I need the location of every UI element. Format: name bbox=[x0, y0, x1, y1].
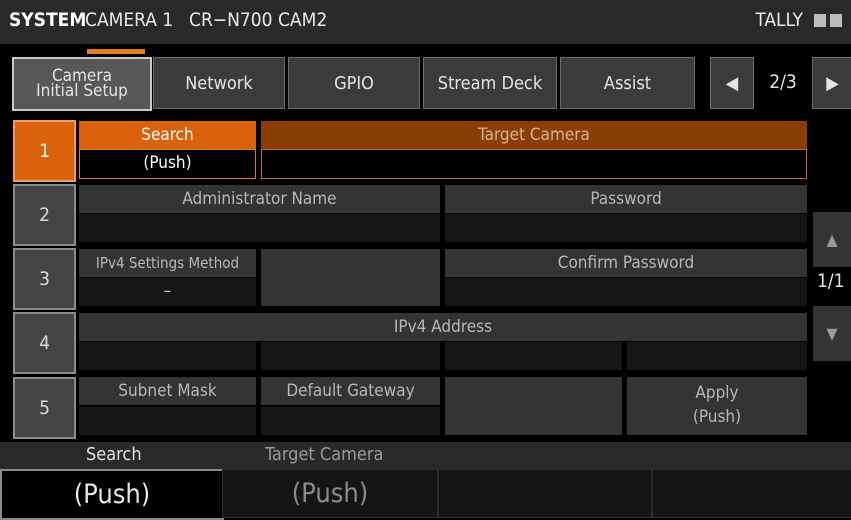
ipv4-settings-method-label: IPv4 Settings Method bbox=[79, 249, 256, 277]
function-label-target-camera: Target Camera bbox=[265, 444, 384, 465]
tab-page-indicator: 2/3 bbox=[769, 71, 797, 93]
confirm-password-value bbox=[445, 278, 807, 306]
apply-button[interactable]: Apply (Push) bbox=[627, 377, 807, 435]
row-number: 3 bbox=[39, 268, 50, 290]
row-5-button[interactable]: 5 bbox=[13, 377, 76, 439]
row-number: 5 bbox=[39, 397, 50, 419]
ipv4-address-octet-2[interactable] bbox=[261, 342, 440, 370]
confirm-password-label: Confirm Password bbox=[445, 249, 807, 277]
next-arrow-icon: ▶ bbox=[826, 72, 839, 94]
system-title: SYSTEM bbox=[9, 9, 87, 31]
scroll-up-button[interactable]: ▲ bbox=[813, 212, 851, 267]
empty-cell bbox=[445, 377, 622, 435]
function-label-search: Search bbox=[86, 444, 142, 465]
tab-camera-initial-setup[interactable]: Camera Initial Setup bbox=[12, 57, 152, 111]
function-key-search[interactable]: (Push) bbox=[0, 469, 224, 520]
default-gateway-value bbox=[261, 407, 440, 435]
next-page-button[interactable]: ▶ bbox=[812, 57, 851, 109]
function-key-3[interactable] bbox=[438, 469, 652, 518]
apply-label: Apply bbox=[695, 383, 739, 403]
target-camera-value bbox=[261, 149, 807, 179]
tab-assist[interactable]: Assist bbox=[560, 57, 695, 109]
row-4-button[interactable]: 4 bbox=[13, 312, 76, 374]
function-key-4[interactable] bbox=[652, 469, 851, 518]
empty-cell bbox=[261, 249, 440, 306]
prev-page-button[interactable]: ◀ bbox=[710, 57, 754, 109]
search-cell[interactable]: Search (Push) bbox=[79, 121, 256, 179]
search-label: Search bbox=[79, 121, 256, 149]
search-value: (Push) bbox=[79, 149, 256, 179]
administrator-name-cell[interactable]: Administrator Name bbox=[79, 185, 440, 242]
tab-label: GPIO bbox=[334, 72, 374, 94]
function-key-target-camera[interactable]: (Push) bbox=[222, 469, 438, 518]
camera-model: CR−N700 CAM2 bbox=[189, 9, 328, 31]
target-camera-cell[interactable]: Target Camera bbox=[261, 121, 807, 179]
ipv4-address-octet-1[interactable] bbox=[79, 342, 256, 370]
tab-label: Stream Deck bbox=[437, 72, 543, 94]
ipv4-address-octet-3[interactable] bbox=[445, 342, 622, 370]
scroll-down-button[interactable]: ▼ bbox=[813, 306, 851, 361]
password-cell[interactable]: Password bbox=[445, 185, 807, 242]
tab-stream-deck[interactable]: Stream Deck bbox=[423, 57, 557, 109]
subnet-mask-label: Subnet Mask bbox=[79, 377, 256, 405]
active-tab-indicator bbox=[87, 49, 145, 54]
row-3-button[interactable]: 3 bbox=[13, 248, 76, 310]
row-number: 4 bbox=[39, 332, 50, 354]
tab-label: Network bbox=[185, 72, 253, 94]
function-key-value: (Push) bbox=[73, 479, 151, 510]
down-arrow-icon: ▼ bbox=[826, 324, 838, 343]
confirm-password-cell[interactable]: Confirm Password bbox=[445, 249, 807, 306]
tally-label: TALLY bbox=[755, 9, 803, 31]
up-arrow-icon: ▲ bbox=[826, 230, 838, 249]
row-1-button[interactable]: 1 bbox=[13, 120, 76, 182]
administrator-name-value bbox=[79, 214, 440, 242]
default-gateway-label: Default Gateway bbox=[261, 377, 440, 405]
tally-indicator-1 bbox=[814, 14, 826, 27]
camera-name: CAMERA 1 bbox=[85, 9, 174, 31]
subnet-mask-cell[interactable]: Subnet Mask bbox=[79, 377, 256, 435]
ipv4-address-label: IPv4 Address bbox=[79, 313, 807, 341]
ipv4-settings-method-cell[interactable]: IPv4 Settings Method – bbox=[79, 249, 256, 306]
tab-network[interactable]: Network bbox=[153, 57, 285, 109]
ipv4-settings-method-value: – bbox=[79, 278, 256, 306]
row-2-button[interactable]: 2 bbox=[13, 184, 76, 246]
target-camera-label: Target Camera bbox=[261, 121, 807, 149]
title-bar: SYSTEM CAMERA 1 CR−N700 CAM2 TALLY bbox=[0, 0, 851, 44]
tally-indicator-2 bbox=[830, 14, 842, 27]
scroll-page-indicator: 1/1 bbox=[817, 270, 845, 292]
tab-label: Assist bbox=[603, 72, 652, 94]
apply-push-label: (Push) bbox=[692, 407, 742, 427]
tab-label-line2: Initial Setup bbox=[36, 81, 128, 101]
prev-arrow-icon: ◀ bbox=[725, 72, 739, 94]
default-gateway-cell[interactable]: Default Gateway bbox=[261, 377, 440, 435]
ipv4-address-octet-4[interactable] bbox=[627, 342, 807, 370]
password-label: Password bbox=[445, 185, 807, 213]
subnet-mask-value bbox=[79, 407, 256, 435]
tab-gpio[interactable]: GPIO bbox=[288, 57, 420, 109]
administrator-name-label: Administrator Name bbox=[79, 185, 440, 213]
function-key-value: (Push) bbox=[291, 478, 369, 509]
row-number: 2 bbox=[39, 204, 50, 226]
password-value bbox=[445, 214, 807, 242]
row-number: 1 bbox=[39, 140, 50, 162]
